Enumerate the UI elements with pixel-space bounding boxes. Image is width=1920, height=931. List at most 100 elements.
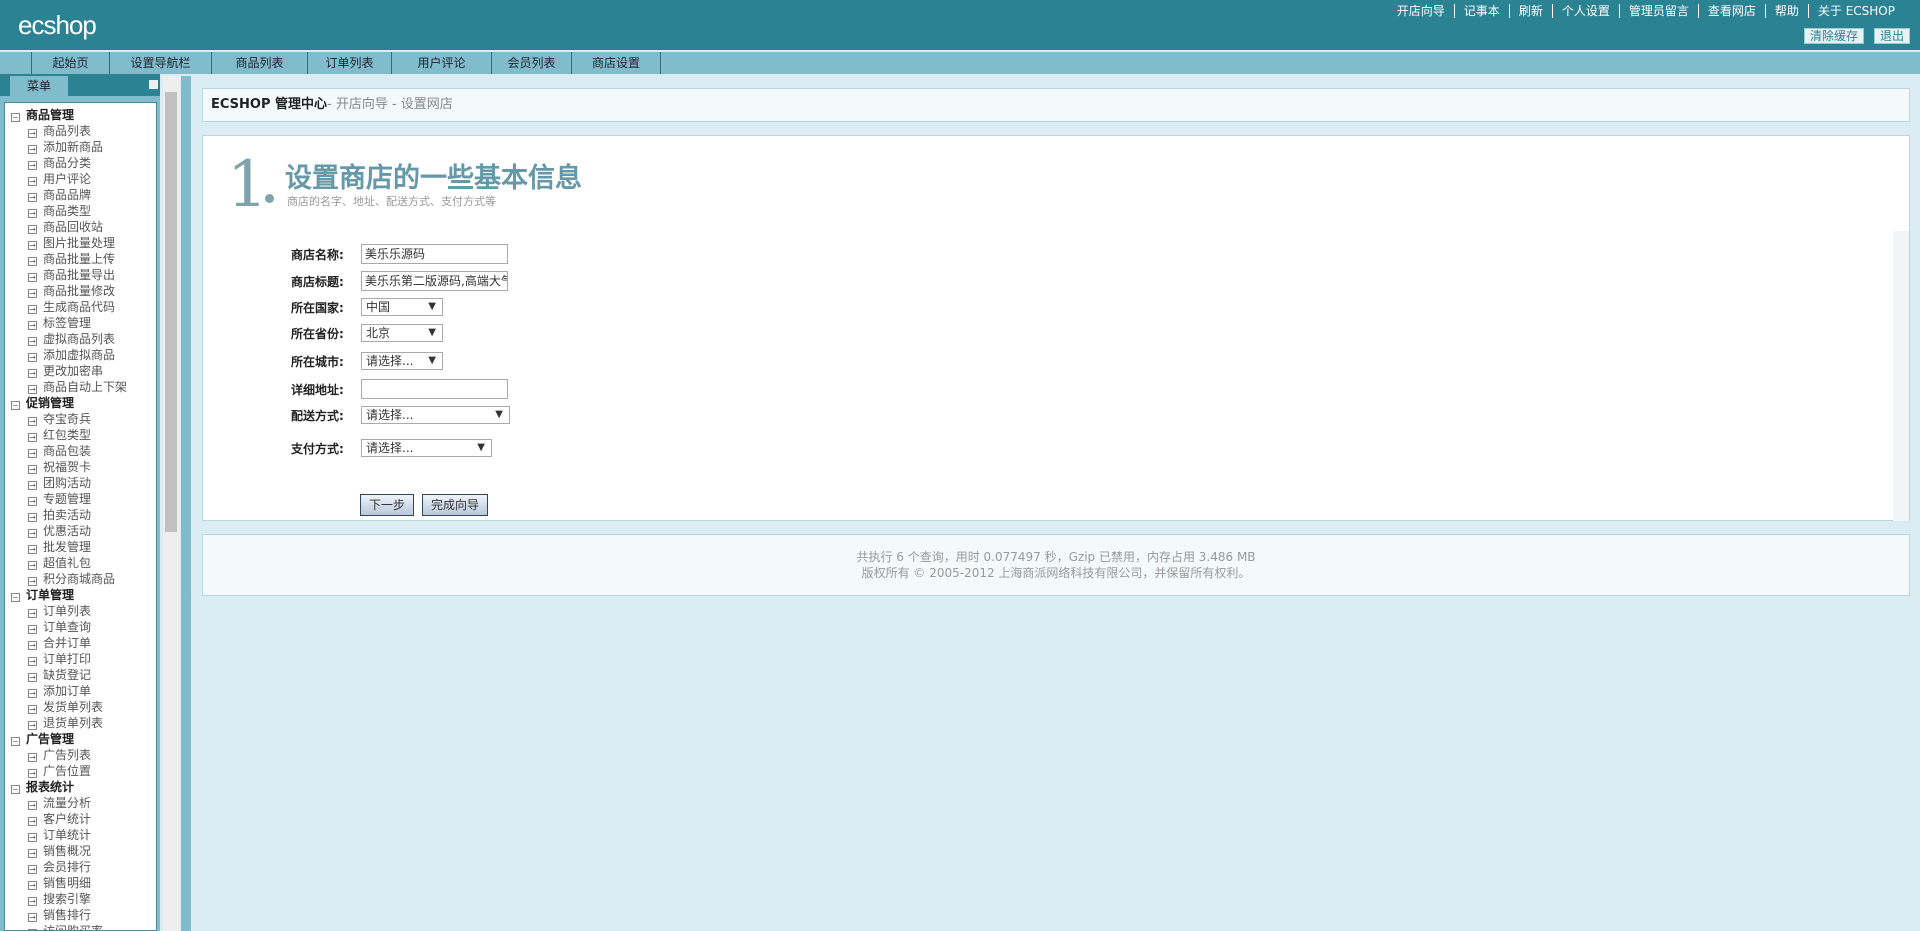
menu-item-label: 订单统计 xyxy=(43,828,92,842)
menu-item[interactable]: → 专题管理 xyxy=(5,491,156,507)
top-link[interactable]: 刷新 xyxy=(1508,4,1552,18)
nav-tab[interactable]: 商品列表 xyxy=(211,52,307,74)
address-input[interactable] xyxy=(361,379,508,399)
clear-cache-button[interactable]: 清除缓存 xyxy=(1803,28,1864,44)
menu-item[interactable]: → 销售明细 xyxy=(5,875,156,891)
nav-tab[interactable]: 用户评论 xyxy=(391,52,491,74)
menu-item[interactable]: → 用户评论 xyxy=(5,171,156,187)
province-select[interactable]: 北京 ▼ xyxy=(361,324,443,342)
menu-item[interactable]: → 优惠活动 xyxy=(5,523,156,539)
payment-select[interactable]: 请选择... ▼ xyxy=(361,439,492,457)
nav-tab[interactable]: 商店设置 xyxy=(571,52,660,74)
menu-item[interactable]: → 订单统计 xyxy=(5,827,156,843)
nav-tab-end xyxy=(660,52,661,74)
menu-item[interactable]: → 广告位置 xyxy=(5,763,156,779)
field-label: 商店名称: xyxy=(291,247,344,262)
menu-item[interactable]: → 生成商品代码 xyxy=(5,299,156,315)
city-select[interactable]: 请选择... ▼ xyxy=(361,352,443,370)
menu-item[interactable]: → 图片批量处理 xyxy=(5,235,156,251)
menu-item[interactable]: → 添加虚拟商品 xyxy=(5,347,156,363)
menu-item[interactable]: → 商品批量修改 xyxy=(5,283,156,299)
menu-item[interactable]: → 商品批量上传 xyxy=(5,251,156,267)
menu-item[interactable]: → 积分商城商品 xyxy=(5,571,156,587)
nav-tab[interactable]: 订单列表 xyxy=(307,52,391,74)
menu-item[interactable]: → 退货单列表 xyxy=(5,715,156,731)
menu-item[interactable]: → 商品回收站 xyxy=(5,219,156,235)
next-button[interactable]: 下一步 xyxy=(360,494,414,516)
menu-item[interactable]: →访问购买率 xyxy=(5,923,156,930)
collapse-icon: − xyxy=(11,113,20,122)
menu-item[interactable]: → 客户统计 xyxy=(5,811,156,827)
menu-item[interactable]: → 搜索引擎 xyxy=(5,891,156,907)
menu-item[interactable]: → 流量分析 xyxy=(5,795,156,811)
item-icon: → xyxy=(28,497,37,506)
top-link[interactable]: 开店向导 xyxy=(1388,4,1454,18)
menu-item[interactable]: → 会员排行 xyxy=(5,859,156,875)
content-scrollbar[interactable] xyxy=(1893,231,1909,521)
menu-group[interactable]: − 报表统计 xyxy=(5,779,156,795)
menu-item[interactable]: → 批发管理 xyxy=(5,539,156,555)
sidebar-toggle[interactable] xyxy=(181,76,191,931)
top-link[interactable]: 管理员留言 xyxy=(1618,4,1698,18)
nav-tab[interactable]: 设置导航栏 xyxy=(109,52,211,74)
collapse-icon: − xyxy=(11,593,20,602)
menu-item[interactable]: → 商品列表 xyxy=(5,123,156,139)
country-select[interactable]: 中国 ▼ xyxy=(361,298,443,316)
menu-item[interactable]: → 团购活动 xyxy=(5,475,156,491)
nav-tab[interactable]: 会员列表 xyxy=(491,52,571,74)
menu-group-label: 广告管理 xyxy=(26,732,75,746)
menu-item[interactable]: → 缺货登记 xyxy=(5,667,156,683)
item-icon: → xyxy=(28,881,37,890)
menu-item[interactable]: → 销售概况 xyxy=(5,843,156,859)
scrollbar-thumb[interactable] xyxy=(165,92,177,532)
top-link[interactable]: 查看网店 xyxy=(1697,4,1765,18)
menu-item[interactable]: → 订单列表 xyxy=(5,603,156,619)
shipping-select[interactable]: 请选择... ▼ xyxy=(361,406,510,424)
menu-item[interactable]: → 拍卖活动 xyxy=(5,507,156,523)
menu-group-label: 促销管理 xyxy=(26,396,75,410)
menu-item[interactable]: → 合并订单 xyxy=(5,635,156,651)
menu-item[interactable]: → 添加新商品 xyxy=(5,139,156,155)
breadcrumb: ECSHOP 管理中心- 开店向导 - 设置网店 xyxy=(202,88,1910,122)
menu-item[interactable]: → 虚拟商品列表 xyxy=(5,331,156,347)
item-icon: → xyxy=(28,145,37,154)
menu-item[interactable]: → 祝福贺卡 xyxy=(5,459,156,475)
menu-item[interactable]: → 销售排行 xyxy=(5,907,156,923)
menu-item[interactable]: → 订单查询 xyxy=(5,619,156,635)
menu-item[interactable]: → 商品类型 xyxy=(5,203,156,219)
sidebar-scrollbar[interactable] xyxy=(163,76,180,931)
menu-group-label: 商品管理 xyxy=(26,108,75,122)
top-link[interactable]: 记事本 xyxy=(1453,4,1509,18)
menu-item[interactable]: → 订单打印 xyxy=(5,651,156,667)
menu-item[interactable]: → 红包类型 xyxy=(5,427,156,443)
menu-group[interactable]: − 广告管理 xyxy=(5,731,156,747)
menu-group[interactable]: − 商品管理 xyxy=(5,107,156,123)
menu-tab[interactable]: 菜单 xyxy=(10,76,68,96)
menu-item[interactable]: → 更改加密串 xyxy=(5,363,156,379)
shop-name-input[interactable]: 美乐乐源码 xyxy=(361,244,508,264)
item-icon: → xyxy=(28,225,37,234)
menu-item[interactable]: → 广告列表 xyxy=(5,747,156,763)
menu-item[interactable]: → 超值礼包 xyxy=(5,555,156,571)
top-link[interactable]: 帮助 xyxy=(1764,4,1808,18)
logout-button[interactable]: 退出 xyxy=(1873,28,1910,44)
menu-item[interactable]: → 商品分类 xyxy=(5,155,156,171)
menu-group[interactable]: − 订单管理 xyxy=(5,587,156,603)
finish-wizard-button[interactable]: 完成向导 xyxy=(422,494,488,516)
top-link[interactable]: 关于 ECSHOP xyxy=(1807,4,1904,18)
menu-item[interactable]: → 添加订单 xyxy=(5,683,156,699)
menu-item[interactable]: → 商品包装 xyxy=(5,443,156,459)
ecshop-logo: ecshop xyxy=(18,10,97,40)
menu-item[interactable]: → 发货单列表 xyxy=(5,699,156,715)
top-link[interactable]: 个人设置 xyxy=(1551,4,1619,18)
shop-title-input[interactable]: 美乐乐第二版源码,高端大气 xyxy=(361,271,508,291)
menu-group[interactable]: − 促销管理 xyxy=(5,395,156,411)
menu-item[interactable]: → 夺宝奇兵 xyxy=(5,411,156,427)
menu-item[interactable]: → 商品品牌 xyxy=(5,187,156,203)
item-icon: → xyxy=(28,577,37,586)
menu-item[interactable]: → 商品自动上下架 xyxy=(5,379,156,395)
nav-tab[interactable]: 起始页 xyxy=(31,52,109,74)
menu-item[interactable]: → 标签管理 xyxy=(5,315,156,331)
menu-collapse-icon[interactable] xyxy=(149,80,158,89)
menu-item[interactable]: → 商品批量导出 xyxy=(5,267,156,283)
